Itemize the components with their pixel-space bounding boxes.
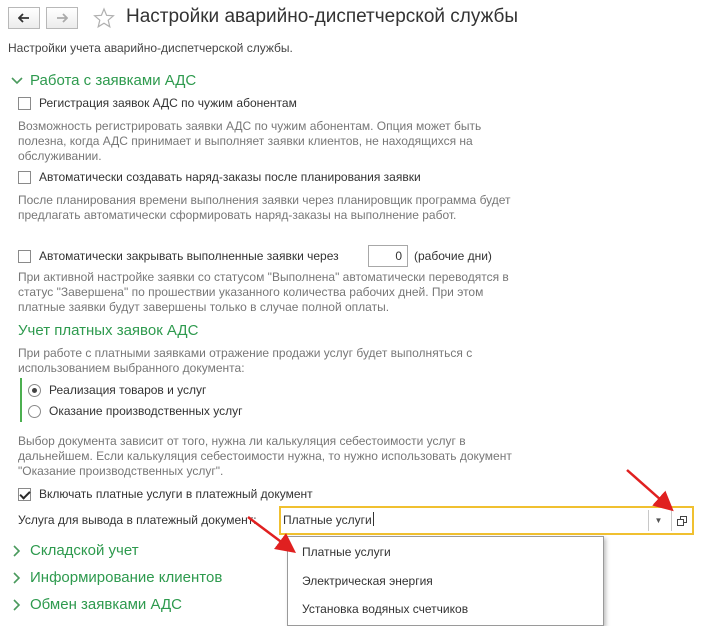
annotation-arrows bbox=[247, 469, 674, 553]
arrow-to-open-button bbox=[626, 469, 674, 512]
arrow-to-dropdown-item bbox=[247, 516, 296, 553]
